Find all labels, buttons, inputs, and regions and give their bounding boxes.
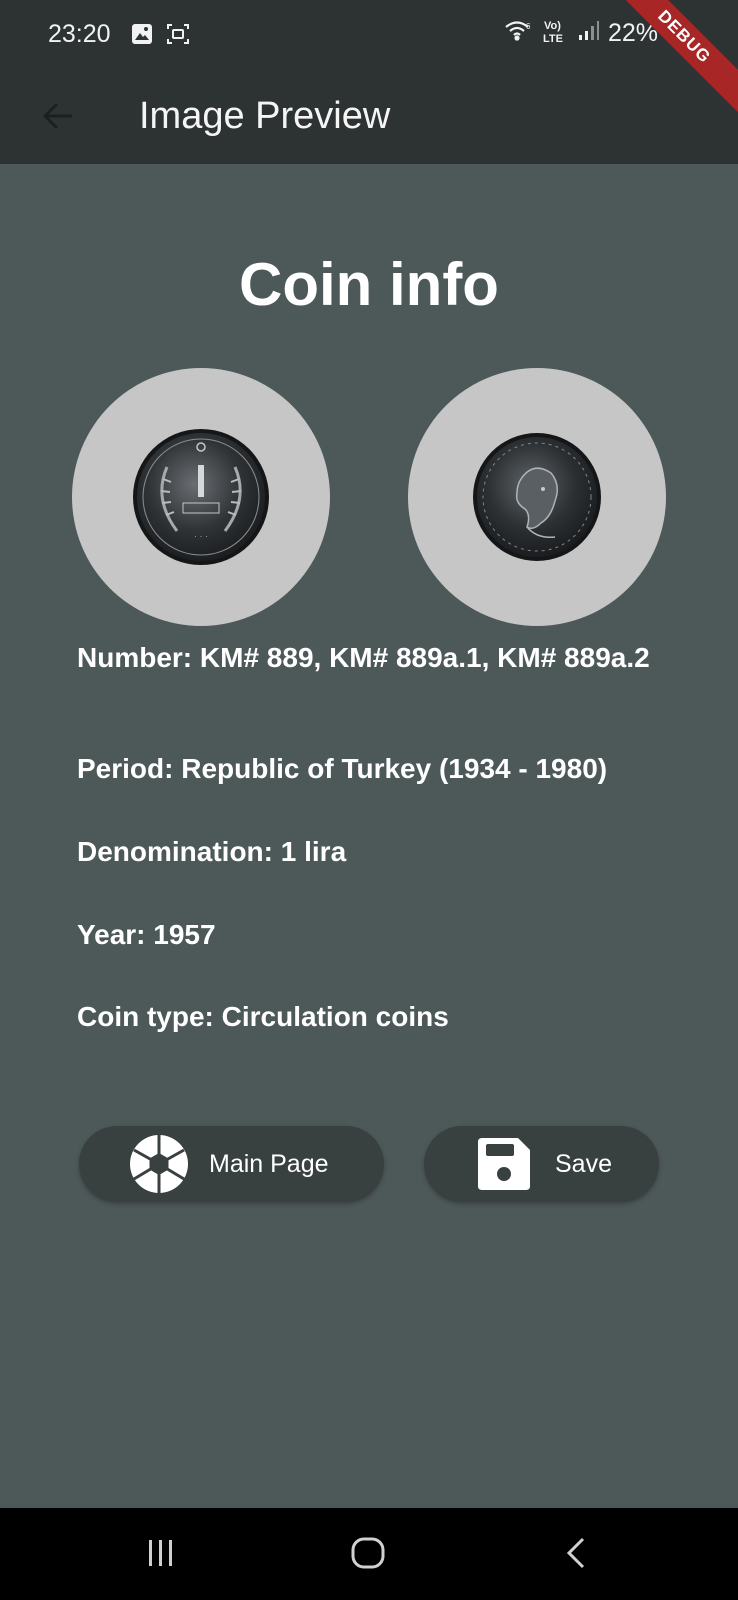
- status-icons-right: 6 Vo) LTE 22%: [504, 18, 658, 49]
- back-icon: [563, 1536, 589, 1575]
- status-bar: 23:20 6 Vo) LTE 22%: [0, 0, 738, 72]
- info-coin-type: Coin type: Circulation coins: [77, 1001, 449, 1032]
- coin-reverse-image[interactable]: · · ·: [72, 368, 330, 626]
- arrow-back-icon: [41, 99, 75, 138]
- gallery-icon: [130, 22, 154, 51]
- screenshot-icon: [166, 22, 190, 51]
- main-page-button[interactable]: Main Page: [79, 1126, 384, 1202]
- coin-reverse-drawing: · · ·: [133, 429, 269, 565]
- nav-back-button[interactable]: [546, 1530, 606, 1580]
- coin-info-heading: Coin info: [239, 251, 499, 318]
- svg-text:LTE: LTE: [543, 33, 563, 44]
- status-icons-left: [130, 22, 190, 51]
- save-button[interactable]: Save: [424, 1126, 659, 1202]
- wifi-icon: 6: [504, 19, 534, 48]
- info-number: Number: KM# 889, KM# 889a.1, KM# 889a.2: [77, 642, 650, 673]
- info-year: Year: 1957: [77, 919, 216, 950]
- status-time: 23:20: [48, 20, 111, 48]
- signal-icon: [578, 20, 600, 47]
- svg-text:Vo): Vo): [544, 20, 561, 32]
- camera-shutter-icon: [129, 1134, 189, 1194]
- home-button[interactable]: [338, 1530, 398, 1580]
- info-denomination: Denomination: 1 lira: [77, 836, 347, 867]
- main-page-label: Main Page: [209, 1149, 329, 1178]
- coin-obverse-image[interactable]: [408, 368, 666, 626]
- volte-icon: Vo) LTE: [542, 18, 570, 49]
- recent-apps-icon: [146, 1538, 176, 1573]
- system-nav-bar: [0, 1508, 738, 1600]
- save-icon: [478, 1138, 530, 1190]
- recent-apps-button[interactable]: [131, 1530, 191, 1580]
- info-period: Period: Republic of Turkey (1934 - 1980): [77, 753, 608, 784]
- save-label: Save: [555, 1149, 612, 1178]
- app-bar: Image Preview: [0, 72, 738, 164]
- back-button[interactable]: [30, 90, 86, 146]
- home-icon: [350, 1535, 386, 1576]
- coin-obverse-drawing: [473, 433, 601, 561]
- svg-text:6: 6: [526, 22, 531, 31]
- page-title: Image Preview: [139, 95, 391, 137]
- svg-text:· · ·: · · ·: [194, 531, 208, 541]
